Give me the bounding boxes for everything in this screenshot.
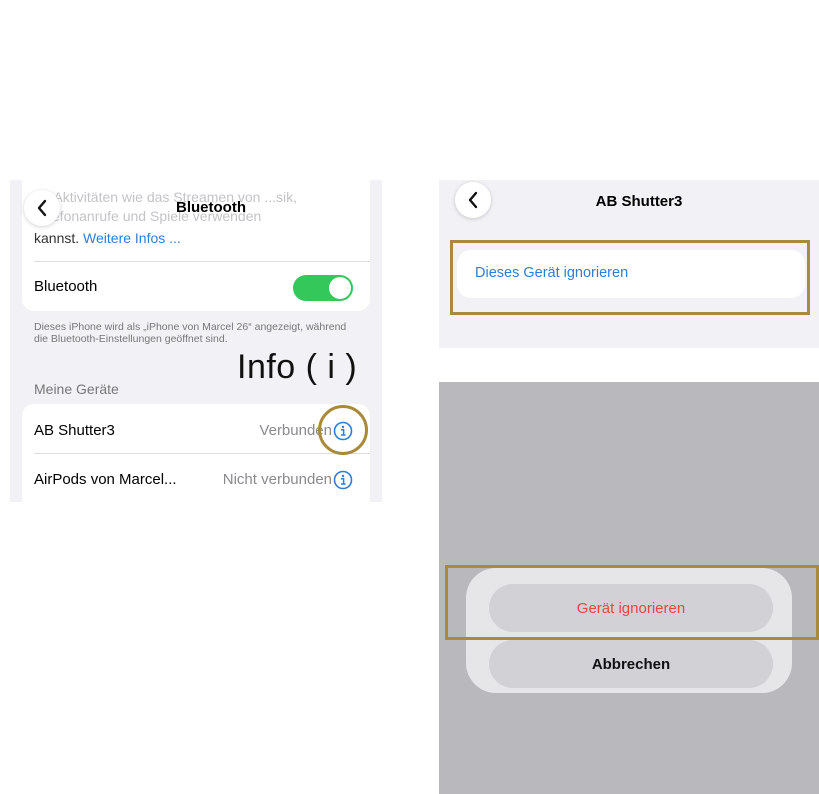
page-title: Bluetooth xyxy=(176,199,246,216)
device-name: AB Shutter3 xyxy=(34,422,115,439)
device-name: AirPods von Marcel... xyxy=(34,471,177,488)
info-annotation: Info ( i ) xyxy=(237,348,358,386)
device-detail-screen: AB Shutter3 Dieses Gerät ignorieren xyxy=(439,180,819,348)
info-icon[interactable] xyxy=(333,470,353,490)
divider xyxy=(34,261,370,262)
more-info-link[interactable]: Weitere Infos ... xyxy=(83,230,181,246)
section-header: Meine Geräte xyxy=(34,381,119,397)
toggle-knob xyxy=(329,277,351,299)
confirm-highlight-box xyxy=(445,565,819,640)
confirm-action-sheet-screen: Gerät ignorieren Abbrechen xyxy=(439,382,819,794)
cancel-button[interactable]: Abbrechen xyxy=(489,640,773,688)
device-status: Nicht verbunden xyxy=(222,471,332,488)
page-title: AB Shutter3 xyxy=(595,193,683,210)
bluetooth-settings-screen: ...r Aktivitäten wie das Streamen von ..… xyxy=(10,180,382,502)
intro-line: kannst. Weitere Infos ... xyxy=(34,230,181,246)
bluetooth-label: Bluetooth xyxy=(34,278,98,295)
bluetooth-toggle[interactable] xyxy=(293,275,353,301)
row-divider xyxy=(34,453,370,454)
info-highlight-circle xyxy=(318,405,368,455)
intro-text: kannst. xyxy=(34,230,80,246)
ignore-highlight-box xyxy=(450,240,810,315)
bluetooth-description: Dieses iPhone wird als „iPhone von Marce… xyxy=(34,321,347,345)
